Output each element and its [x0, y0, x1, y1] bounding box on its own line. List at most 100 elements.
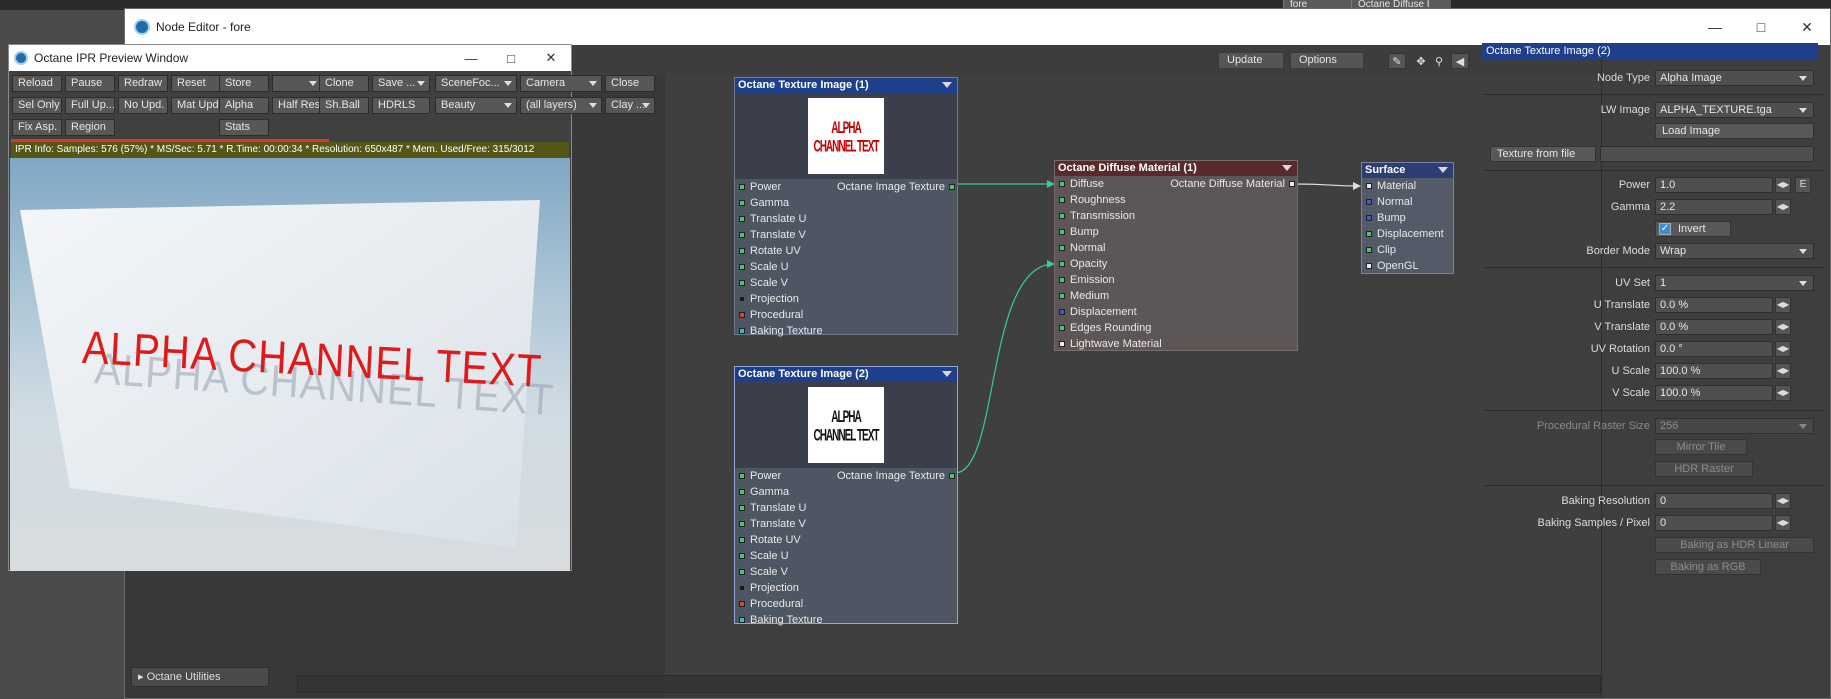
power-spinner-icon[interactable]: ◀▶ [1775, 177, 1791, 193]
fix-aspect-button[interactable]: Fix Asp. [12, 119, 62, 136]
clone-button[interactable]: Clone [319, 75, 369, 92]
port-scale-v[interactable]: Scale V [735, 275, 957, 291]
port-baking-texture[interactable]: Baking Texture [735, 323, 957, 339]
power-input[interactable]: 1.0 [1655, 177, 1773, 193]
baking-resolution-input[interactable]: 0 [1655, 493, 1773, 509]
port-baking-texture[interactable]: Baking Texture [735, 612, 957, 628]
port-displacement[interactable]: Displacement [1055, 304, 1297, 320]
store-select[interactable] [272, 75, 322, 92]
port-translate-v[interactable]: Translate V [735, 227, 957, 243]
port-edges-rounding[interactable]: Edges Rounding [1055, 320, 1297, 336]
raster-size-select[interactable]: 256 [1655, 418, 1814, 434]
port-projection[interactable]: Projection [735, 291, 957, 307]
port-scale-u[interactable]: Scale U [735, 259, 957, 275]
port-gamma[interactable]: Gamma [735, 195, 957, 211]
node-header[interactable]: Octane Texture Image (2) [735, 367, 957, 382]
port-lightwave-material[interactable]: Lightwave Material [1055, 336, 1297, 352]
region-button[interactable]: Region [65, 119, 115, 136]
v-translate-spinner-icon[interactable]: ◀▶ [1775, 319, 1791, 335]
layers-select[interactable]: (all layers) [520, 97, 602, 114]
port-bump[interactable]: Bump [1055, 224, 1297, 240]
lw-image-select[interactable]: ALPHA_TEXTURE.tga [1655, 102, 1814, 118]
gamma-spinner-icon[interactable]: ◀▶ [1775, 199, 1791, 215]
baking-hdr-toggle[interactable]: Baking as HDR Linear [1655, 537, 1814, 553]
beauty-select[interactable]: Beauty [435, 97, 517, 114]
port-clip[interactable]: Clip [1362, 242, 1453, 258]
port-normal[interactable]: Normal [1362, 194, 1453, 210]
port-displacement[interactable]: Displacement [1362, 226, 1453, 242]
node-header[interactable]: Octane Texture Image (1) [735, 78, 957, 93]
redraw-button[interactable]: Redraw [118, 75, 168, 92]
clay-select[interactable]: Clay ... [605, 97, 655, 114]
port-diffuse[interactable]: Diffuse Octane Diffuse Material [1055, 176, 1297, 192]
baking-samples-spinner-icon[interactable]: ◀▶ [1775, 515, 1791, 531]
port-scale-v[interactable]: Scale V [735, 564, 957, 580]
ipr-titlebar[interactable]: Octane IPR Preview Window — □ ✕ [9, 45, 571, 71]
chevron-down-icon[interactable] [1438, 167, 1448, 173]
uv-rotation-input[interactable]: 0.0 ° [1655, 341, 1773, 357]
node-texture-image-2[interactable]: Octane Texture Image (2) ALPHA CHANNEL T… [734, 366, 958, 626]
port-procedural[interactable]: Procedural [735, 307, 957, 323]
node-header[interactable]: Surface [1362, 163, 1453, 178]
half-res-button[interactable]: Half Res [272, 97, 322, 114]
port-translate-v[interactable]: Translate V [735, 516, 957, 532]
v-translate-input[interactable]: 0.0 % [1655, 319, 1773, 335]
save-button[interactable]: Save ... [372, 75, 430, 92]
texture-from-file-button[interactable]: Texture from file [1490, 146, 1596, 162]
u-scale-spinner-icon[interactable]: ◀▶ [1775, 363, 1791, 379]
baking-samples-input[interactable]: 0 [1655, 515, 1773, 531]
port-normal[interactable]: Normal [1055, 240, 1297, 256]
output-port[interactable] [1289, 181, 1295, 187]
v-scale-input[interactable]: 100.0 % [1655, 385, 1773, 401]
minimize-icon[interactable]: — [451, 45, 491, 71]
port-opengl[interactable]: OpenGL [1362, 258, 1453, 274]
port-bump[interactable]: Bump [1362, 210, 1453, 226]
baking-rgb-toggle[interactable]: Baking as RGB [1655, 559, 1761, 575]
hdr-raster-toggle[interactable]: HDR Raster [1655, 461, 1753, 477]
full-update-button[interactable]: Full Up... [65, 97, 115, 114]
u-scale-input[interactable]: 100.0 % [1655, 363, 1773, 379]
gamma-input[interactable]: 2.2 [1655, 199, 1773, 215]
stats-button[interactable]: Stats [219, 119, 269, 136]
uv-rotation-spinner-icon[interactable]: ◀▶ [1775, 341, 1791, 357]
close-button[interactable]: Close [605, 75, 655, 92]
port-emission[interactable]: Emission [1055, 272, 1297, 288]
chevron-down-icon[interactable] [942, 371, 952, 377]
port-rotate-uv[interactable]: Rotate UV [735, 532, 957, 548]
uv-set-select[interactable]: 1 [1655, 275, 1814, 291]
port-roughness[interactable]: Roughness [1055, 192, 1297, 208]
port-material[interactable]: Material [1362, 178, 1453, 194]
pause-button[interactable]: Pause [65, 75, 115, 92]
u-translate-spinner-icon[interactable]: ◀▶ [1775, 297, 1791, 313]
no-update-button[interactable]: No Upd. [118, 97, 168, 114]
port-translate-u[interactable]: Translate U [735, 211, 957, 227]
chevron-down-icon[interactable] [942, 82, 952, 88]
reload-button[interactable]: Reload [12, 75, 62, 92]
port-gamma[interactable]: Gamma [735, 484, 957, 500]
port-projection[interactable]: Projection [735, 580, 957, 596]
envelope-button[interactable]: E [1795, 177, 1811, 193]
port-opacity[interactable]: Opacity [1055, 256, 1297, 272]
baking-resolution-spinner-icon[interactable]: ◀▶ [1775, 493, 1791, 509]
load-image-button[interactable]: Load Image [1655, 123, 1814, 139]
port-scale-u[interactable]: Scale U [735, 548, 957, 564]
maximize-icon[interactable]: □ [491, 45, 531, 71]
port-power[interactable]: Power Octane Image Texture [735, 179, 957, 195]
node-header[interactable]: Octane Diffuse Material (1) [1055, 161, 1297, 176]
node-surface[interactable]: Surface Material Normal Bump Displacemen… [1361, 162, 1454, 274]
reset-button[interactable]: Reset [171, 75, 221, 92]
u-translate-input[interactable]: 0.0 % [1655, 297, 1773, 313]
camera-select[interactable]: Camera [520, 75, 602, 92]
mirror-tile-toggle[interactable]: Mirror Tile [1655, 439, 1747, 455]
node-diffuse-material[interactable]: Octane Diffuse Material (1) Diffuse Octan… [1054, 160, 1298, 351]
store-button[interactable]: Store [219, 75, 269, 92]
port-rotate-uv[interactable]: Rotate UV [735, 243, 957, 259]
scene-focus-select[interactable]: SceneFoc... [435, 75, 517, 92]
mat-update-button[interactable]: Mat Upd [171, 97, 221, 114]
border-mode-select[interactable]: Wrap [1655, 243, 1814, 259]
render-viewport[interactable]: ALPHA CHANNEL TEXT ALPHA CHANNEL TEXT [10, 158, 570, 571]
shader-ball-button[interactable]: Sh.Ball [319, 97, 369, 114]
port-translate-u[interactable]: Translate U [735, 500, 957, 516]
port-transmission[interactable]: Transmission [1055, 208, 1297, 224]
texture-file-path[interactable] [1600, 146, 1814, 162]
